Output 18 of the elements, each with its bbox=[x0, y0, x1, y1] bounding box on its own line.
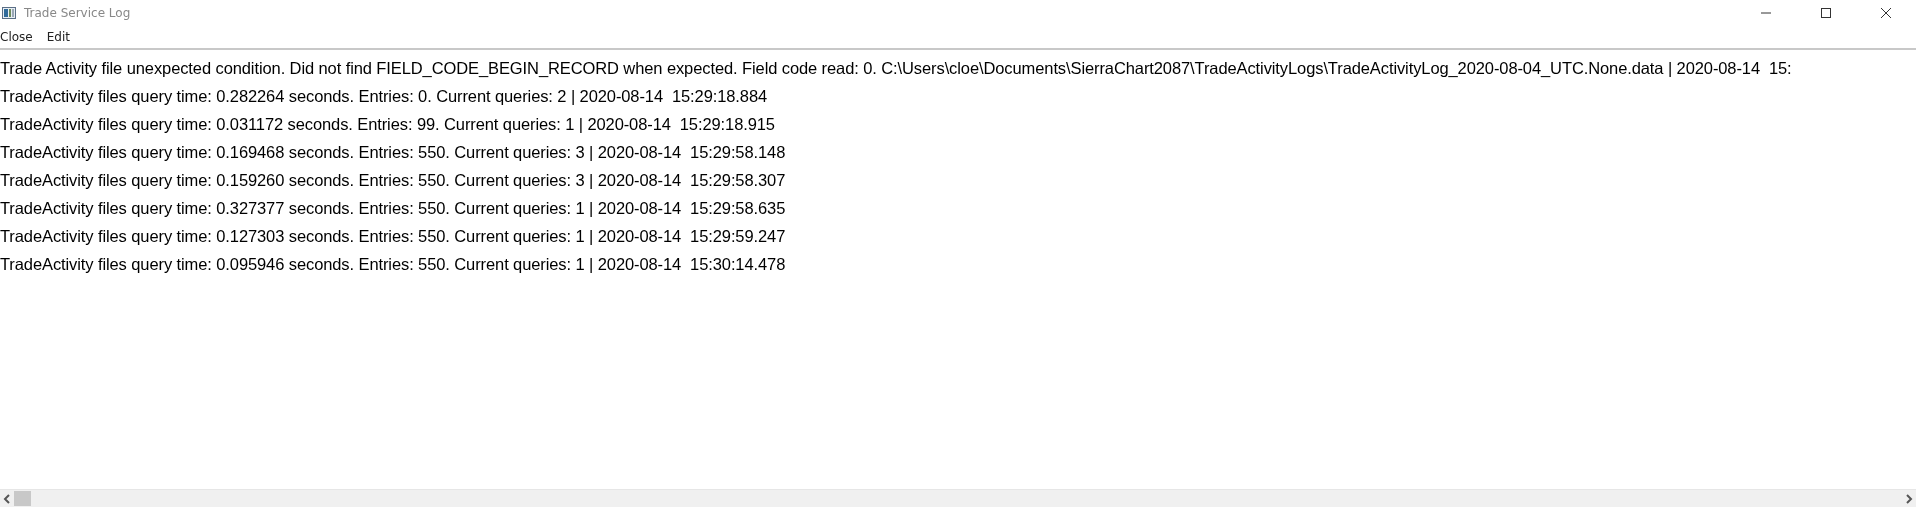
log-line: TradeActivity files query time: 0.127303 seconds. Entries: 550. Current queries: 1 | 2020-08-14 15:29:59.247 bbox=[0, 226, 786, 247]
close-icon[interactable] bbox=[1880, 7, 1892, 19]
log-line: TradeActivity files query time: 0.159260 seconds. Entries: 550. Current queries: 3 | 2020-08-14 15:29:58.307 bbox=[0, 170, 786, 191]
log-line: TradeActivity files query time: 0.031172 seconds. Entries: 99. Current queries: 1 | 2020-08-14 15:29:18.915 bbox=[0, 114, 775, 135]
scroll-right-icon[interactable] bbox=[1905, 493, 1913, 504]
log-line: TradeActivity files query time: 0.327377 seconds. Entries: 550. Current queries: 1 | 2020-08-14 15:29:58.635 bbox=[0, 198, 786, 219]
scroll-left-icon[interactable] bbox=[3, 493, 11, 504]
log-line: TradeActivity files query time: 0.169468 seconds. Entries: 550. Current queries: 3 | 2020-08-14 15:29:58.148 bbox=[0, 142, 786, 163]
window-title: Trade Service Log bbox=[24, 6, 131, 20]
log-line: TradeActivity files query time: 0.095946 seconds. Entries: 550. Current queries: 1 | 2020-08-14 15:30:14.478 bbox=[0, 254, 786, 275]
log-line: Trade Activity file unexpected condition. Did not find FIELD_CODE_BEGIN_RECORD when expected. Field code read: 0. C:\Users\cloe\Documents\SierraChart2087\TradeActivityLogs\TradeActivityLog_2020-08-04_UTC.None.data | 2020-08-14 15: bbox=[0, 58, 1792, 79]
scroll-thumb[interactable] bbox=[14, 491, 31, 506]
menu-item[interactable]: Edit bbox=[46, 30, 70, 44]
maximize-icon[interactable] bbox=[1820, 7, 1832, 19]
horizontal-scrollbar[interactable] bbox=[0, 489, 1916, 507]
log-line: TradeActivity files query time: 0.282264 seconds. Entries: 0. Current queries: 2 | 2020-08-14 15:29:18.884 bbox=[0, 86, 768, 107]
app-icon bbox=[2, 7, 16, 19]
menu-item[interactable]: Close bbox=[0, 30, 33, 44]
